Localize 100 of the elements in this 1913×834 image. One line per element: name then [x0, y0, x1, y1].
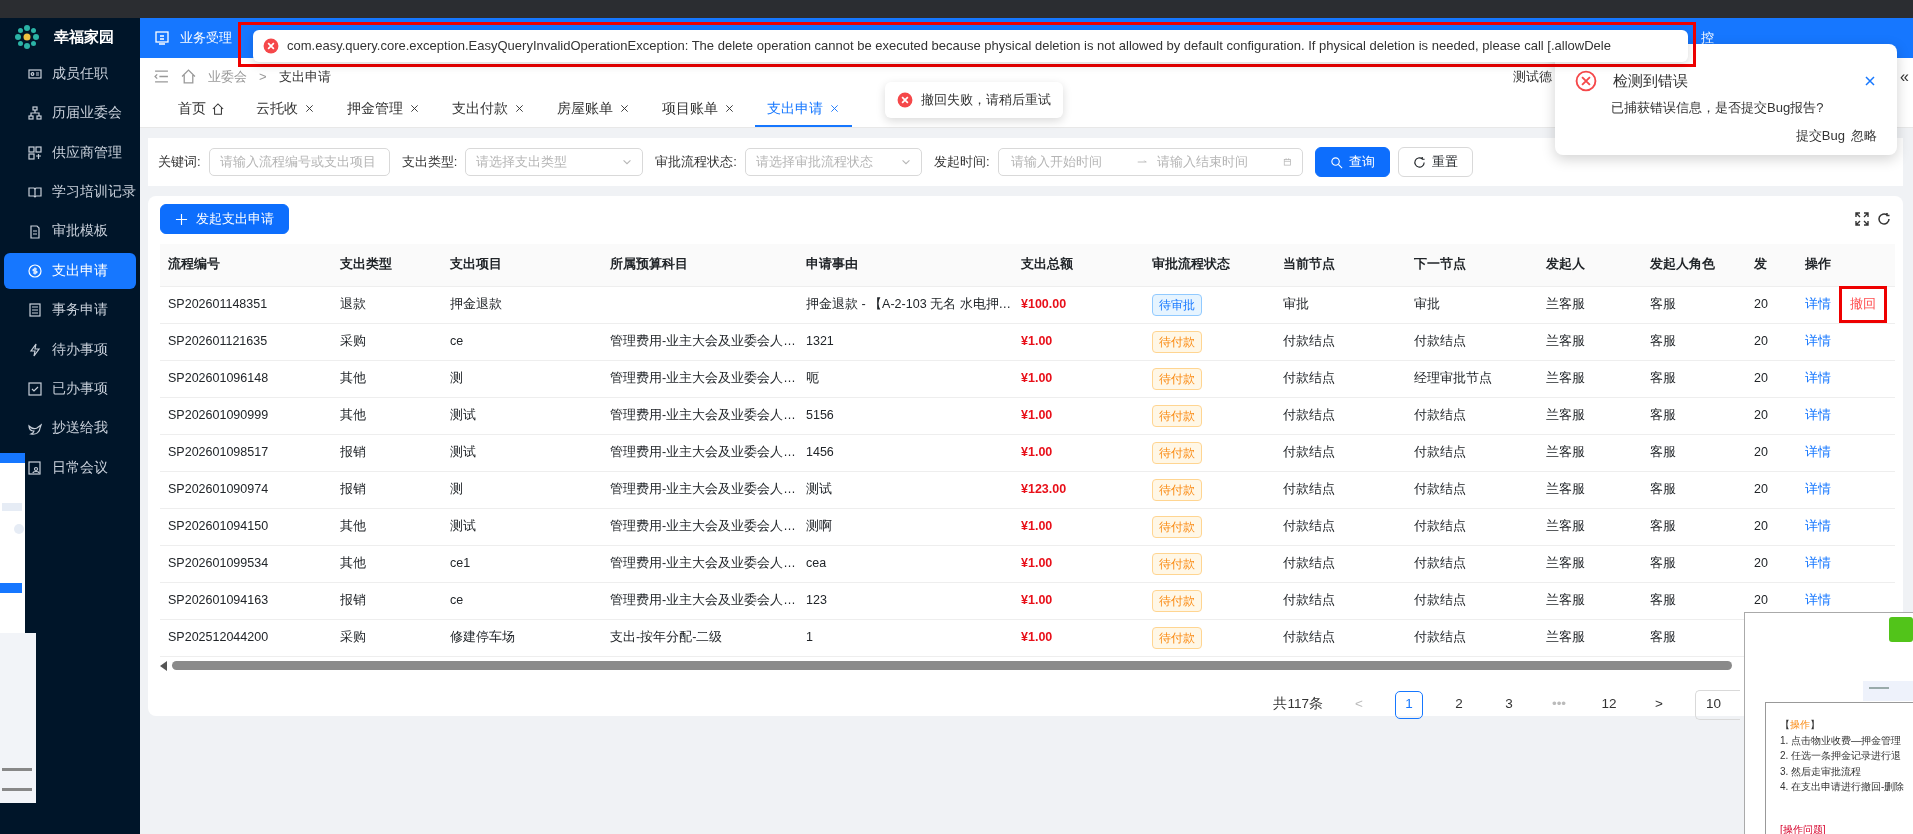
page-button[interactable]: 1 — [1395, 690, 1423, 719]
table-cell: 客服 — [1650, 556, 1676, 571]
collapse-button[interactable]: « — [1900, 68, 1909, 84]
grid-icon — [28, 145, 42, 160]
calendar-icon — [1282, 156, 1292, 168]
next-page-button[interactable]: > — [1645, 690, 1673, 719]
table-cell: 管理费用-业主大会及业委会人… — [610, 482, 796, 497]
tab[interactable]: 押金管理 — [335, 98, 432, 127]
scroll-left-icon[interactable] — [160, 660, 168, 671]
page-button[interactable]: 3 — [1495, 690, 1523, 719]
close-icon[interactable] — [619, 103, 630, 115]
note-heading: 【操作】 — [1780, 718, 1821, 732]
date-range-field[interactable]: 请输入开始时间 请输入结束时间 — [997, 148, 1303, 176]
close-icon[interactable] — [304, 103, 315, 115]
sidebar-item[interactable]: 日常会议 — [28, 449, 136, 486]
status-select[interactable]: 请选择审批流程状态 — [744, 148, 922, 176]
table-cell: 付款结点 — [1283, 371, 1335, 386]
sidebar-item[interactable]: 支出申请 — [4, 252, 136, 289]
keyword-field[interactable]: 请输入流程编号或支出项目 — [208, 148, 390, 176]
table-cell: 客服 — [1650, 334, 1676, 349]
home-icon[interactable] — [181, 68, 196, 84]
refresh-icon[interactable] — [1877, 212, 1891, 226]
sidebar-item[interactable]: 已办事项 — [28, 371, 136, 408]
page-button[interactable]: 12 — [1595, 690, 1623, 719]
detail-link[interactable]: 详情 — [1805, 445, 1831, 460]
tab[interactable]: 首页 — [166, 98, 236, 127]
table-cell: 测试 — [450, 408, 476, 423]
table-cell: ¥1.00 — [1021, 630, 1053, 645]
detail-link[interactable]: 详情 — [1805, 297, 1831, 312]
table-cell: 20 — [1754, 297, 1768, 312]
home-icon — [212, 102, 224, 115]
sidebar-item[interactable]: 审批模板 — [28, 213, 136, 250]
detail-link[interactable]: 详情 — [1805, 556, 1831, 571]
table-cell: 付款结点 — [1414, 519, 1466, 534]
notification-action-link[interactable]: 忽略 — [1851, 125, 1877, 145]
column-header: 发起人 — [1538, 244, 1642, 286]
detail-link[interactable]: 详情 — [1805, 593, 1831, 608]
tab[interactable]: 房屋账单 — [545, 98, 642, 127]
reset-button[interactable]: 重置 — [1397, 147, 1473, 177]
sidebar-item[interactable]: 抄送给我 — [28, 410, 136, 447]
close-icon[interactable] — [724, 103, 735, 115]
error-circle-icon — [1575, 70, 1597, 92]
tab[interactable]: 支出申请 — [755, 98, 852, 127]
sidebar-item[interactable]: 学习培训记录 — [28, 174, 136, 211]
status-tag: 待付款 — [1152, 552, 1202, 575]
type-select[interactable]: 请选择支出类型 — [465, 148, 644, 176]
page-button[interactable]: 2 — [1445, 690, 1473, 719]
table-cell: 报销 — [340, 445, 366, 460]
status-tag: 待付款 — [1152, 441, 1202, 464]
sidebar-item[interactable]: 供应商管理 — [28, 134, 136, 171]
tab[interactable]: 项目账单 — [650, 98, 747, 127]
table-cell: 付款结点 — [1283, 482, 1335, 497]
notification-action-link[interactable]: 提交Bug — [1795, 125, 1845, 145]
table-cell: 测啊 — [806, 519, 832, 534]
user-name[interactable]: 测试德 — [1513, 68, 1553, 84]
table-cell: 管理费用-业主大会及业委会人… — [610, 408, 796, 423]
detail-link[interactable]: 详情 — [1805, 519, 1831, 534]
table-cell: 管理费用-业主大会及业委会人… — [610, 445, 796, 460]
start-date-input[interactable]: 请输入开始时间 — [1008, 151, 1129, 173]
detail-link[interactable]: 详情 — [1805, 482, 1831, 497]
detail-link[interactable]: 详情 — [1805, 408, 1831, 423]
module-title[interactable]: 业务受理 — [180, 28, 232, 48]
page-size-select[interactable]: 10 — [1695, 689, 1740, 720]
table-cell: 20 — [1754, 334, 1768, 349]
table-cell: 付款结点 — [1414, 408, 1466, 423]
table-cell: 兰客服 — [1546, 556, 1585, 571]
fullscreen-icon[interactable] — [1855, 212, 1869, 226]
scrollbar-thumb[interactable] — [172, 661, 1732, 670]
detail-link[interactable]: 详情 — [1805, 334, 1831, 349]
search-button[interactable]: 查询 — [1314, 147, 1390, 177]
table-cell: cea — [806, 556, 827, 571]
table-cell: 20 — [1754, 408, 1768, 423]
close-icon[interactable] — [514, 103, 525, 115]
end-date-input[interactable]: 请输入结束时间 — [1154, 151, 1275, 173]
table-cell: 其他 — [340, 408, 366, 423]
table-cell: ¥123.00 — [1021, 482, 1067, 497]
table-cell: 测试 — [806, 482, 832, 497]
tab[interactable]: 云托收 — [244, 98, 327, 127]
table-cell: 1456 — [806, 445, 834, 460]
table-cell: 客服 — [1650, 297, 1676, 312]
sidebar-item[interactable]: 待办事项 — [28, 331, 136, 368]
table-cell: 管理费用-业主大会及业委会人… — [610, 371, 796, 386]
table-cell: ce1 — [450, 556, 471, 571]
sidebar-item[interactable]: 成员任职 — [28, 56, 136, 92]
table-cell: 20 — [1754, 482, 1768, 497]
detail-link[interactable]: 详情 — [1805, 371, 1831, 386]
close-icon[interactable] — [409, 103, 420, 115]
filter-label: 发起时间: — [933, 153, 990, 172]
table-cell: 1321 — [806, 334, 834, 349]
sidebar-item[interactable]: 事务申请 — [28, 292, 136, 329]
add-expense-button[interactable]: 发起支出申请 — [160, 204, 289, 234]
table-cell: ¥1.00 — [1021, 556, 1053, 571]
sidebar-item[interactable]: 历届业委会 — [28, 95, 136, 132]
table-cell: 123 — [806, 593, 827, 608]
table-cell: 报销 — [340, 482, 366, 497]
note-step: 2. 任选一条押金记录进行退 — [1780, 748, 1913, 764]
tab[interactable]: 支出付款 — [440, 98, 537, 127]
table-cell: 20 — [1754, 371, 1768, 386]
menu-fold-icon[interactable] — [154, 68, 169, 84]
id-card-icon — [28, 67, 42, 81]
